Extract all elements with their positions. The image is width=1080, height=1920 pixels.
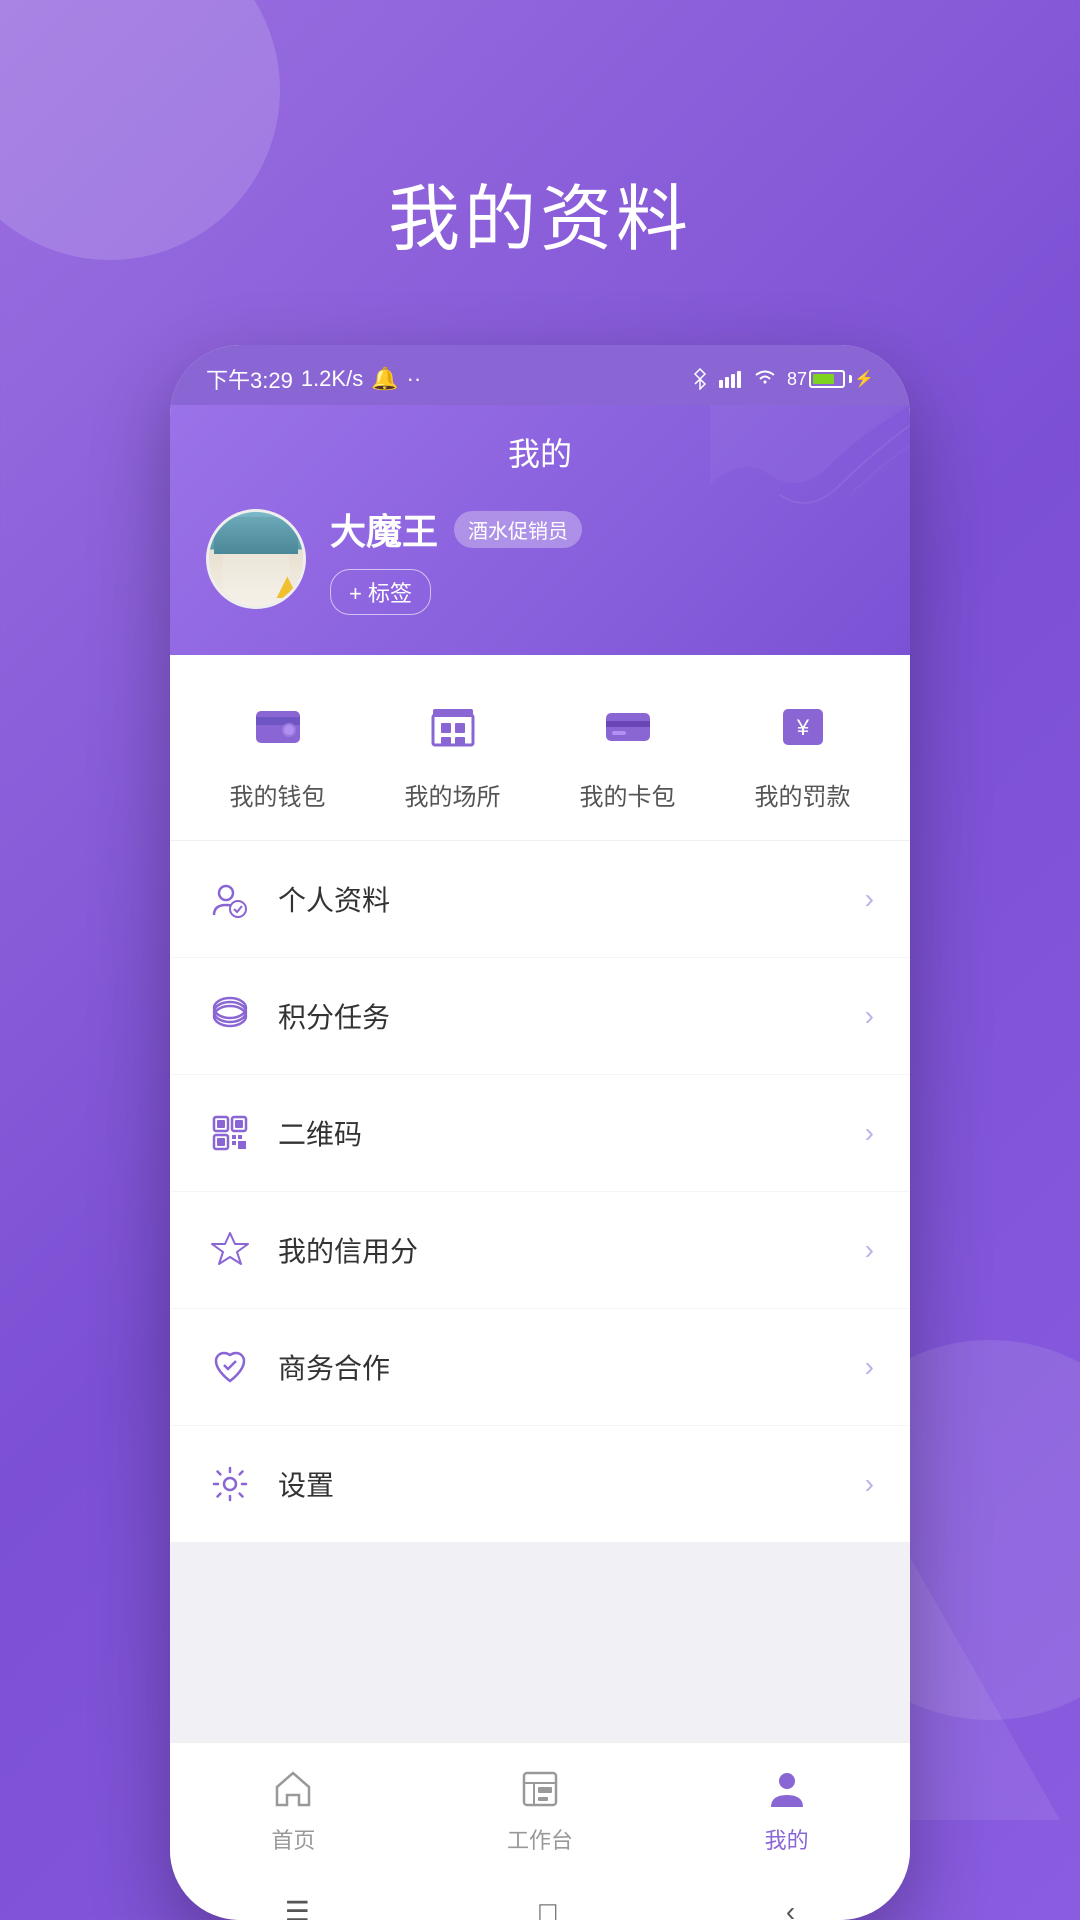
mine-nav-label: 我的 [765,1823,809,1855]
menu-business-arrow: › [865,1351,874,1383]
nav-item-workbench[interactable]: 工作台 [470,1763,610,1855]
fine-icon: ¥ [767,691,839,763]
menu-item-business[interactable]: 商务合作 › [170,1309,910,1426]
menu-qrcode-arrow: › [865,1117,874,1149]
phone-mockup: 下午3:29 1.2K/s 🔔 ·· [170,345,910,1920]
menu-item-qrcode[interactable]: 二维码 › [170,1075,910,1192]
menu-points-arrow: › [865,1000,874,1032]
wallet-label: 我的钱包 [230,777,326,812]
role-badge: 酒水促销员 [454,511,582,548]
quick-item-venue[interactable]: 我的场所 [405,691,501,812]
menu-qrcode-label: 二维码 [278,1113,841,1153]
menu-item-credit[interactable]: 我的信用分 › [170,1192,910,1309]
menu-credit-arrow: › [865,1234,874,1266]
quick-access-bar: 我的钱包 我的场所 [170,655,910,841]
svg-text:¥: ¥ [795,715,809,740]
charging-icon: ⚡ [854,369,874,389]
nav-item-home[interactable]: 首页 [223,1763,363,1855]
quick-item-fine[interactable]: ¥ 我的罚款 [755,691,851,812]
status-bar-left: 下午3:29 1.2K/s 🔔 ·· [206,363,421,395]
status-bar: 下午3:29 1.2K/s 🔔 ·· [170,345,910,405]
home-nav-label: 首页 [271,1823,315,1855]
signal-icon [719,370,743,388]
tag-button[interactable]: + 标签 [330,569,431,615]
card-label: 我的卡包 [580,777,676,812]
wallet-icon [242,691,314,763]
menu-item-points[interactable]: 积分任务 › [170,958,910,1075]
mine-nav-icon [761,1763,813,1815]
qrcode-icon [206,1109,254,1157]
workbench-nav-icon [514,1763,566,1815]
menu-credit-label: 我的信用分 [278,1230,841,1270]
menu-settings-arrow: › [865,1468,874,1500]
settings-icon [206,1460,254,1508]
bottom-nav: 首页 工作台 我的 [170,1742,910,1871]
menu-profile-arrow: › [865,883,874,915]
page-title: 我的资料 [388,160,692,265]
credit-icon [206,1226,254,1274]
battery-icon: 87 ⚡ [787,369,874,390]
card-icon [592,691,664,763]
workbench-nav-label: 工作台 [507,1823,573,1855]
home-nav-icon [267,1763,319,1815]
status-notification-icon: 🔔 [371,366,398,392]
android-home-button[interactable]: □ [519,1888,576,1920]
fine-label: 我的罚款 [755,777,851,812]
points-icon [206,992,254,1040]
status-bar-right: 87 ⚡ [691,368,874,390]
wifi-icon [753,370,777,388]
menu-points-label: 积分任务 [278,996,841,1036]
tag-button-label: + 标签 [349,576,412,608]
android-back-button[interactable]: ‹ [766,1888,815,1920]
menu-settings-label: 设置 [278,1464,841,1504]
bg-decoration-circle-top [0,0,280,260]
menu-item-profile[interactable]: 个人资料 › [170,841,910,958]
quick-item-wallet[interactable]: 我的钱包 [230,691,326,812]
menu-business-label: 商务合作 [278,1347,841,1387]
business-icon [206,1343,254,1391]
quick-item-card[interactable]: 我的卡包 [580,691,676,812]
content-area [170,1542,910,1742]
battery-percent: 87 [787,369,807,390]
status-dots: ·· [407,366,422,392]
venue-icon [417,691,489,763]
avatar [206,509,306,609]
menu-profile-label: 个人资料 [278,879,841,919]
menu-item-settings[interactable]: 设置 › [170,1426,910,1542]
android-menu-button[interactable]: ☰ [265,1887,330,1920]
menu-list: 个人资料 › 积分任务 › [170,841,910,1542]
android-nav-bar: ☰ □ ‹ [170,1871,910,1920]
username-text: 大魔王 [330,503,438,555]
status-time: 下午3:29 [206,363,293,395]
bluetooth-icon [691,368,709,390]
status-speed: 1.2K/s [301,366,363,392]
profile-icon [206,875,254,923]
nav-item-mine[interactable]: 我的 [717,1763,857,1855]
profile-header: 我的 大魔王 酒水促销员 + 标签 [170,405,910,655]
venue-label: 我的场所 [405,777,501,812]
